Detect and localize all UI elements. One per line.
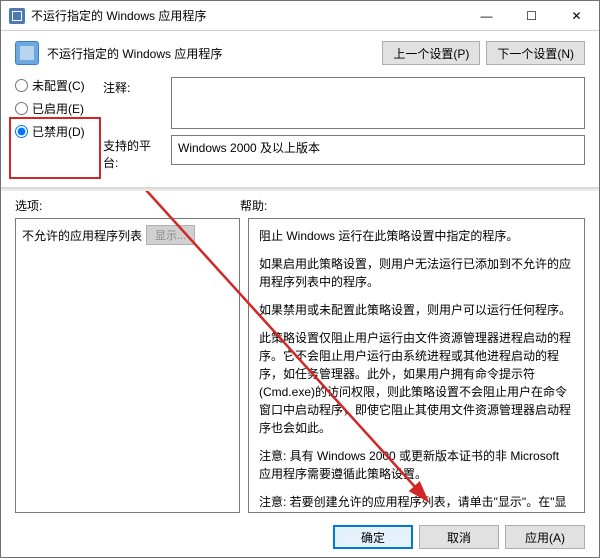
help-text: 注意: 具有 Windows 2000 或更新版本证书的非 Microsoft … — [259, 447, 574, 483]
platform-label: 支持的平台: — [103, 135, 163, 171]
state-radio-group: 未配置(C) 已启用(E) 已禁用(D) — [15, 77, 95, 146]
disallowed-list-label: 不允许的应用程序列表 — [22, 227, 142, 244]
show-list-button: 显示... — [146, 225, 195, 245]
platform-field: Windows 2000 及以上版本 — [171, 135, 585, 165]
comment-field[interactable] — [171, 77, 585, 129]
options-pane: 不允许的应用程序列表 显示... — [15, 218, 240, 513]
help-text: 如果启用此策略设置，则用户无法运行已添加到不允许的应用程序列表中的程序。 — [259, 255, 574, 291]
dialog-window: 不运行指定的 Windows 应用程序 — ☐ ✕ 不运行指定的 Windows… — [0, 0, 600, 558]
help-text: 此策略设置仅阻止用户运行由文件资源管理器进程启动的程序。它不会阻止用户运行由系统… — [259, 329, 574, 437]
titlebar: 不运行指定的 Windows 应用程序 — ☐ ✕ — [1, 1, 599, 31]
window-title: 不运行指定的 Windows 应用程序 — [31, 7, 206, 24]
radio-enabled[interactable]: 已启用(E) — [15, 100, 95, 117]
help-text: 注意: 若要创建允许的应用程序列表，请单击"显示"。在"显示内容"对话框的"值"… — [259, 493, 574, 513]
close-button[interactable]: ✕ — [554, 1, 599, 31]
next-setting-button[interactable]: 下一个设置(N) — [486, 41, 585, 65]
help-label: 帮助: — [240, 197, 267, 214]
comment-label: 注释: — [103, 77, 163, 96]
options-label: 选项: — [15, 197, 240, 214]
help-text: 如果禁用或未配置此策略设置，则用户可以运行任何程序。 — [259, 301, 574, 319]
apply-button[interactable]: 应用(A) — [505, 525, 585, 549]
help-text: 阻止 Windows 运行在此策略设置中指定的程序。 — [259, 227, 574, 245]
app-icon — [9, 8, 25, 24]
maximize-button[interactable]: ☐ — [509, 1, 554, 31]
policy-icon — [15, 41, 39, 65]
minimize-button[interactable]: — — [464, 1, 509, 31]
radio-not-configured[interactable]: 未配置(C) — [15, 77, 95, 94]
help-pane[interactable]: 阻止 Windows 运行在此策略设置中指定的程序。 如果启用此策略设置，则用户… — [248, 218, 585, 513]
radio-disabled[interactable]: 已禁用(D) — [15, 123, 95, 140]
policy-name: 不运行指定的 Windows 应用程序 — [47, 45, 222, 62]
ok-button[interactable]: 确定 — [333, 525, 413, 549]
cancel-button[interactable]: 取消 — [419, 525, 499, 549]
prev-setting-button[interactable]: 上一个设置(P) — [382, 41, 480, 65]
